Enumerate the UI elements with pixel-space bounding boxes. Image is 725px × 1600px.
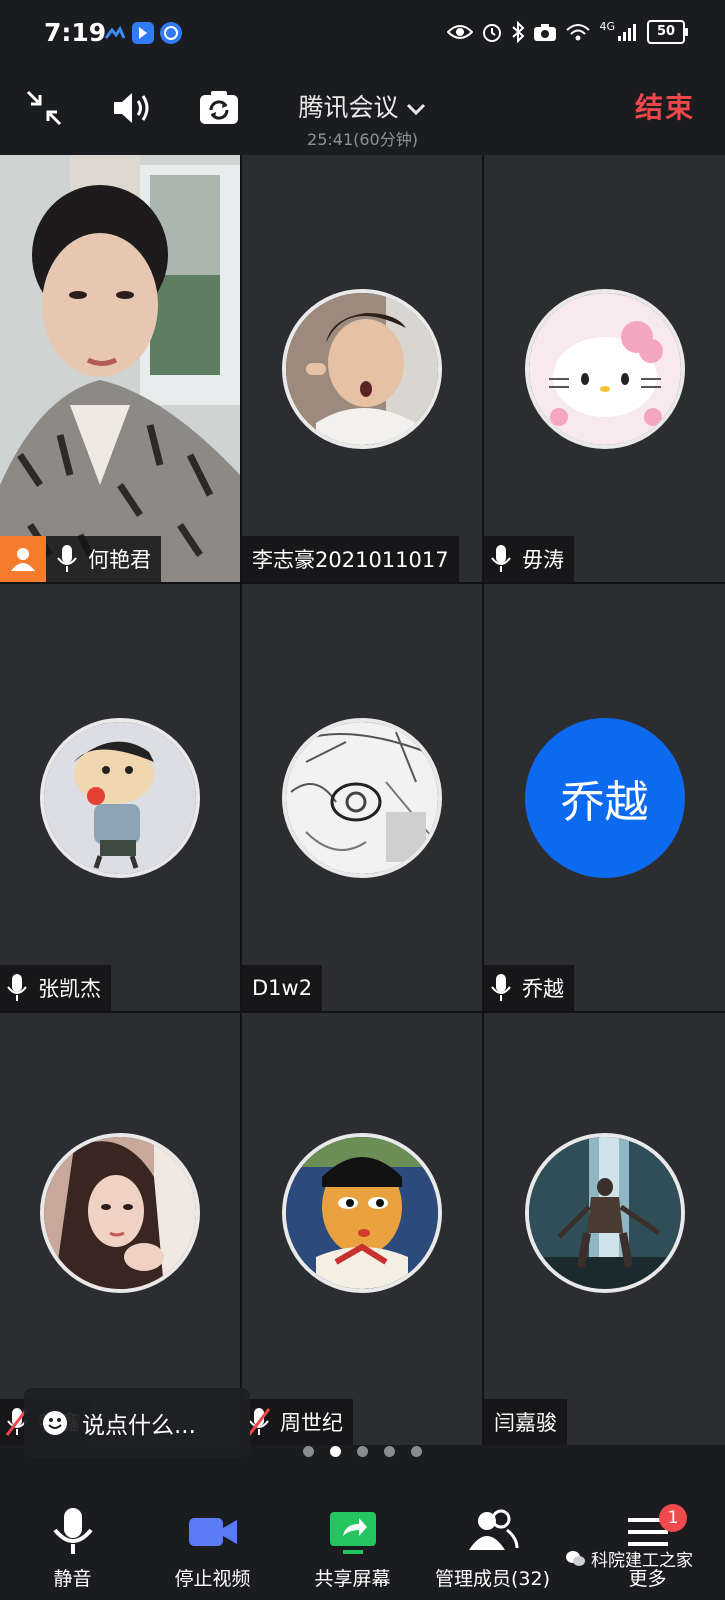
wifi-icon: [566, 24, 591, 41]
meeting-title[interactable]: 腾讯会议: [0, 88, 725, 124]
participant-name: 张凯杰: [38, 977, 101, 1001]
signal-icon: [618, 24, 636, 41]
stop-video-button[interactable]: 停止视频: [140, 1490, 285, 1600]
bottom-toolbar: 静音 停止视频 共享屏幕 管理成员(32) 1 更多: [0, 1490, 725, 1600]
mute-label: 静音: [53, 1568, 92, 1590]
page-dot[interactable]: [303, 1446, 314, 1457]
video-feed: [0, 155, 240, 582]
participant-avatar: [40, 1133, 200, 1293]
app-notification-icon: [160, 22, 182, 44]
members-icon: [468, 1509, 518, 1550]
chat-placeholder: 说点什么...: [82, 1413, 196, 1439]
participant-avatar: [524, 288, 685, 449]
participant-avatar: [282, 288, 442, 449]
network-type: 4G: [599, 20, 615, 33]
app-notification-icon: [132, 22, 154, 44]
participant-tile[interactable]: 张凯杰: [0, 584, 240, 1011]
microphone-muted-icon: [248, 1408, 270, 1436]
participant-tile[interactable]: D1w2: [242, 584, 482, 1011]
bluetooth-icon: [512, 21, 525, 43]
page-dot-active[interactable]: [330, 1446, 341, 1457]
participant-grid: 何艳君 李志豪2021011017 毋涛 张凯杰 D1w2 乔越 乔越 周世纪 …: [0, 155, 725, 1445]
participant-name: 乔越: [522, 977, 564, 1001]
participant-name: 周世纪: [280, 1411, 343, 1435]
participant-nametag: 何艳君: [0, 536, 161, 582]
status-bar: 7:19 4G 50: [0, 0, 725, 70]
page-dot[interactable]: [384, 1446, 395, 1457]
participant-nametag: 乔越: [484, 965, 574, 1011]
microphone-icon: [7, 974, 27, 1001]
participant-nametag: D1w2: [242, 965, 323, 1011]
more-button[interactable]: 1 更多: [575, 1490, 720, 1600]
participant-avatar: [282, 1133, 442, 1293]
participant-tile-host[interactable]: 何艳君: [0, 155, 240, 582]
mute-button[interactable]: 静音: [0, 1490, 145, 1600]
meeting-toolbar: 腾讯会议 25:41(60分钟) 结束: [0, 70, 725, 154]
manage-members-button[interactable]: 管理成员(32): [420, 1490, 565, 1600]
stop-video-label: 停止视频: [174, 1568, 251, 1590]
meeting-timer: 25:41(60分钟): [307, 130, 418, 149]
participant-tile[interactable]: 乔越 乔越: [484, 584, 725, 1011]
watermark-text: 科院建工之家: [591, 1551, 693, 1571]
participant-name: 何艳君: [88, 548, 151, 572]
camera-icon: [534, 24, 557, 41]
watermark: 科院建工之家: [565, 1546, 693, 1571]
page-indicator[interactable]: [0, 1446, 725, 1457]
participant-name: 李志豪2021011017: [252, 548, 449, 572]
participant-name: 闫嘉骏: [494, 1411, 557, 1435]
app-notification-icon: [104, 25, 126, 39]
participant-nametag: 周世纪: [242, 1399, 353, 1445]
participant-nametag: 毋涛: [484, 536, 574, 582]
host-badge: [0, 536, 46, 582]
participant-initials-avatar: 乔越: [524, 717, 685, 878]
page-dot[interactable]: [411, 1446, 422, 1457]
participant-name: D1w2: [252, 976, 313, 1000]
alarm-icon: [483, 24, 502, 42]
participant-nametag: 李志豪2021011017: [242, 536, 459, 582]
chevron-down-icon: [406, 103, 425, 116]
battery-indicator: 50: [647, 20, 688, 44]
person-icon: [11, 548, 35, 571]
participant-avatar: [524, 1133, 685, 1293]
participant-avatar: [282, 717, 442, 878]
participant-avatar: [40, 717, 200, 878]
microphone-icon: [491, 974, 511, 1001]
page-dot[interactable]: [357, 1446, 368, 1457]
status-time: 7:19: [44, 18, 107, 47]
end-meeting-button[interactable]: 结束: [635, 86, 695, 126]
meeting-title-label: 腾讯会议: [298, 93, 399, 122]
wechat-icon: [566, 1550, 585, 1566]
microphone-icon: [57, 545, 77, 572]
share-screen-label: 共享屏幕: [314, 1568, 391, 1590]
eye-icon: [447, 25, 474, 39]
participant-tile[interactable]: 毋涛: [484, 155, 725, 582]
participant-tile[interactable]: 宇鑫: [0, 1013, 240, 1445]
share-screen-icon: [329, 1512, 376, 1554]
video-camera-icon: [188, 1518, 237, 1546]
share-screen-button[interactable]: 共享屏幕: [280, 1490, 425, 1600]
participant-name: 毋涛: [522, 548, 564, 572]
microphone-icon: [491, 545, 511, 572]
microphone-icon: [52, 1508, 93, 1554]
participant-tile[interactable]: 李志豪2021011017: [242, 155, 482, 582]
participant-nametag: 闫嘉骏: [484, 1399, 567, 1445]
emoji-icon[interactable]: [42, 1410, 68, 1436]
participant-tile[interactable]: 闫嘉骏: [484, 1013, 725, 1445]
participant-tile[interactable]: 周世纪: [242, 1013, 482, 1445]
notification-badge: 1: [659, 1504, 687, 1532]
manage-members-label: 管理成员(32): [434, 1568, 550, 1590]
participant-nametag: 张凯杰: [0, 965, 111, 1011]
